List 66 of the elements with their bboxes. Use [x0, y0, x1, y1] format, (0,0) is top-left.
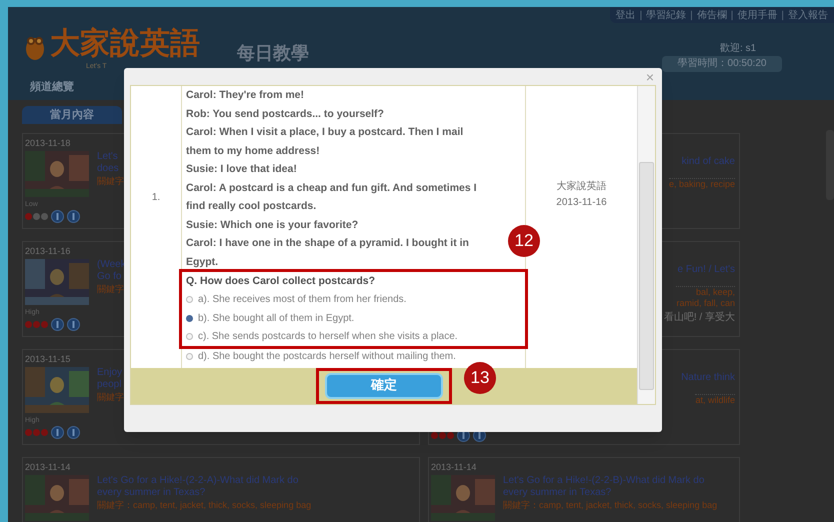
card-title[interactable]: does — [97, 163, 124, 175]
answer-option[interactable]: d). She bought the postcards herself without mailing them. — [186, 347, 456, 366]
dialogue-line: Susie: Which one is your favorite? — [186, 218, 360, 232]
card-title[interactable]: kind of cake — [682, 156, 735, 168]
question-text: Q. How does Carol collect postcards? — [186, 274, 376, 289]
keywords-text: 關鍵字：camp, tent, jacket, thick, socks, sleeping bag — [97, 499, 312, 511]
top-link[interactable]: 使用手冊 — [737, 8, 778, 22]
radio-button[interactable] — [186, 352, 193, 360]
radio-button[interactable] — [186, 314, 193, 322]
date-text: 2013-11-16 — [556, 196, 607, 210]
top-link[interactable]: 學習紀錄 — [646, 8, 686, 22]
card-title[interactable]: Enjoy — [97, 367, 124, 379]
keywords-text: bal, keep, — [696, 287, 735, 298]
date-text: 2013-11-18 — [25, 137, 72, 150]
close-button[interactable]: × — [646, 70, 654, 84]
top-link[interactable]: 佈告欄 — [696, 8, 727, 22]
nav-link[interactable]: 頻道總覽 — [30, 79, 74, 96]
date-text: 2013-11-14 — [25, 461, 72, 474]
logo-text: 大家說英語 — [50, 27, 200, 61]
keywords-text: 關鍵字 — [97, 283, 125, 295]
keywords-text: 關鍵字：camp, tent, jacket, thick, socks, sleeping bag — [503, 499, 718, 511]
answer-option[interactable]: b). She bought all of them in Egypt. — [186, 309, 354, 328]
dialogue-line: Carol: When I visit a place, I buy a postcard. Then I mail them to my home address! — [186, 125, 464, 158]
card-title[interactable]: Let's Go for a Hike!-(2-2-B)-What did Mark do — [503, 475, 718, 487]
date-text: 2013-11-16 — [25, 245, 72, 258]
dialogue-line: Rob: You send postcards... to yourself? — [186, 106, 385, 122]
dialogue-line: Carol: I have one in the shape of a pyramid. I bought it in Egypt. — [186, 236, 470, 270]
scrollbar-thumb[interactable] — [639, 162, 654, 390]
keywords-text: at, wildlife — [695, 395, 735, 406]
radio-button[interactable] — [186, 333, 193, 340]
card-title[interactable]: Let's — [97, 151, 124, 163]
dialogue-line: Susie: I love that idea! — [186, 162, 298, 177]
card-title[interactable]: Nature think — [681, 372, 735, 384]
keywords-text: 關鍵字 — [97, 175, 124, 187]
radio-button[interactable] — [186, 296, 193, 304]
row-number: 1. — [152, 191, 160, 202]
separator: | — [781, 8, 784, 22]
dialog-scrollbar[interactable] — [637, 86, 655, 404]
source-text: 大家說英語 — [556, 180, 606, 194]
summary-text: 看山吧! / 享受大 — [664, 311, 735, 325]
separator: | — [730, 8, 734, 22]
top-link[interactable]: 登出 — [616, 8, 636, 22]
card-title[interactable]: Let's Go for a Hike!-(2-2-A)-What did Mark do — [97, 475, 312, 487]
keywords-text: e, baking, recipe — [668, 179, 735, 190]
keywords-text: ramid, fall, can — [676, 298, 735, 309]
confirm-button[interactable]: 確定 — [325, 373, 443, 399]
month-tab[interactable]: 當月內容 — [22, 106, 122, 124]
card-title[interactable]: (Week — [97, 259, 126, 271]
date-text: 2013-11-15 — [25, 353, 72, 366]
card-title[interactable]: peopl — [97, 379, 124, 391]
top-link[interactable]: 登入報告 — [788, 8, 828, 22]
card-title[interactable]: e Fun! / Let's — [678, 264, 735, 276]
dialogue-line: Carol: They're from me! — [186, 88, 306, 103]
card-title[interactable]: every summer in Texas? — [503, 487, 718, 499]
section-title: 每日教學 — [237, 42, 309, 65]
answer-option[interactable]: c). She sends postcards to herself when she visits a place. — [186, 328, 458, 346]
keywords-text: 關鍵字 — [97, 391, 124, 403]
dialogue-line: Carol: A postcard is a cheap and fun gift. And sometimes I find really cool postcards. — [186, 180, 478, 214]
welcome-text: 歡迎: s1 — [720, 42, 756, 56]
separator: | — [690, 8, 693, 22]
card-title[interactable]: every summer in Texas? — [97, 487, 312, 499]
study-time: 學習時間：00:50:20 — [662, 56, 782, 72]
date-text: 2013-11-14 — [431, 461, 478, 474]
answer-option[interactable]: a). She receives most of them from her friends. — [186, 290, 406, 309]
card-title[interactable]: Go fo — [97, 271, 126, 283]
separator: | — [640, 8, 642, 22]
